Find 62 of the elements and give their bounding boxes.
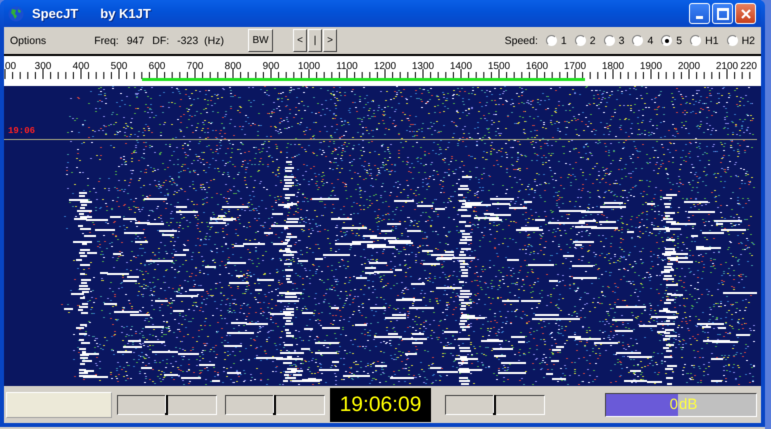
frequency-label: 1300	[412, 61, 434, 72]
frequency-label: 400	[72, 61, 90, 72]
frequency-label: 1200	[374, 61, 396, 72]
df-unit: (Hz)	[204, 34, 224, 46]
maximize-icon	[716, 8, 728, 20]
frequency-label: 1900	[640, 61, 662, 72]
freq-value: 947	[126, 34, 144, 46]
frequency-label: 1600	[526, 61, 548, 72]
frequency-label: 2100	[716, 61, 738, 72]
frequency-label: 2000	[678, 61, 700, 72]
frequency-label: 1800	[602, 61, 624, 72]
speed-label: H2	[742, 34, 755, 46]
meter-value: 0	[670, 396, 678, 413]
speed-radio[interactable]	[574, 35, 586, 46]
df-label: DF:	[152, 34, 170, 46]
speed-radio[interactable]	[690, 35, 702, 46]
speed-label: 4	[647, 34, 654, 46]
speed-label: 2	[590, 34, 596, 46]
speed-radio[interactable]	[546, 35, 557, 46]
slider-thumb[interactable]	[493, 394, 496, 414]
frequency-label: 00	[5, 61, 16, 72]
minimize-button[interactable]	[689, 3, 710, 24]
nav-button[interactable]: <	[293, 29, 307, 52]
options-menu[interactable]: Options	[10, 34, 46, 46]
speed-heading: Speed:	[504, 34, 538, 46]
nav-button[interactable]: |	[308, 29, 322, 52]
frequency-label: 1000	[298, 61, 320, 72]
globe-icon	[8, 6, 24, 22]
close-icon	[740, 8, 752, 20]
speed-radio[interactable]	[661, 35, 672, 46]
utc-clock: 19:06:09	[330, 388, 431, 422]
frequency-label: 800	[224, 61, 242, 72]
minimize-icon	[696, 16, 703, 19]
close-button[interactable]	[735, 3, 756, 24]
frequency-label: 1400	[450, 61, 472, 72]
speed-label: 5	[676, 34, 682, 46]
df-value: -323	[177, 34, 198, 46]
frequency-label: 300	[34, 61, 52, 72]
speed-label: 1	[560, 34, 567, 46]
frequency-label: 1700	[564, 61, 586, 72]
frequency-label: 700	[186, 61, 204, 72]
slider-thumb[interactable]	[165, 394, 168, 414]
nav-button[interactable]: >	[323, 29, 337, 52]
freq-label: Freq:	[94, 34, 119, 46]
time-mark: 19:06	[8, 126, 36, 136]
window-subtitle: by K1JT	[100, 6, 151, 21]
slider-thumb[interactable]	[273, 394, 276, 414]
speed-radio[interactable]	[604, 35, 615, 46]
bw-button[interactable]: BW	[248, 29, 273, 52]
frequency-label: 900	[262, 61, 280, 72]
speed-radio[interactable]	[726, 35, 738, 46]
speed-label: H1	[705, 34, 719, 46]
speed-label: 3	[618, 34, 624, 46]
frequency-label: 220	[740, 61, 757, 72]
frequency-label: 1100	[336, 61, 358, 72]
speed-radio[interactable]	[632, 35, 644, 46]
frequency-label: 1500	[488, 61, 510, 72]
window-title: SpecJT	[32, 6, 78, 21]
frequency-label: 500	[110, 61, 128, 72]
maximize-button[interactable]	[712, 3, 733, 24]
meter-unit: dB	[679, 396, 698, 413]
frequency-label: 600	[148, 61, 166, 72]
